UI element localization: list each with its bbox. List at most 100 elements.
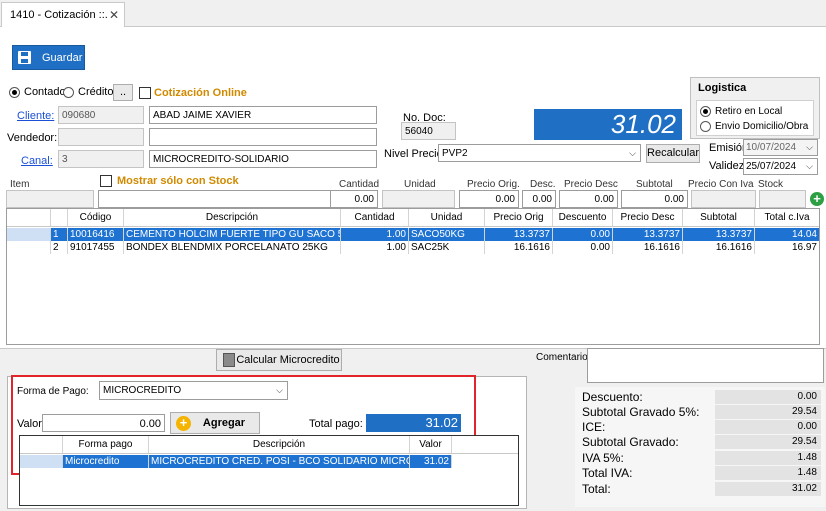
cliente-link[interactable]: Cliente: [17, 110, 54, 122]
table-row[interactable]: Microcredito MICROCREDITO CRED. POSI - B… [20, 455, 452, 468]
contado-label: Contado [24, 86, 66, 98]
row-num: 1 [51, 228, 68, 241]
row-descripcion: CEMENTO HOLCIM FUERTE TIPO GU SACO 50 KG [124, 228, 341, 241]
payments-grid: Forma pago Descripción Valor Microcredit… [19, 435, 519, 506]
forma-pago-select[interactable]: MICROCREDITO ⌵ [99, 381, 288, 400]
hdr-precio-con-iva: Precio Con Iva [688, 179, 754, 190]
chevron-down-icon: ⌵ [276, 385, 283, 395]
retiro-local-radio[interactable] [700, 106, 711, 117]
hdr-unidad: Unidad [404, 179, 436, 190]
table-row[interactable]: 1 10016416 CEMENTO HOLCIM FUERTE TIPO GU… [7, 228, 819, 241]
forma-pago-value: MICROCREDITO [103, 385, 182, 396]
cliente-code-field[interactable]: 090680 [58, 106, 144, 124]
precio-con-iva-field[interactable] [691, 190, 756, 208]
row-cantidad: 1.00 [341, 241, 409, 254]
table-row[interactable]: 2 91017455 BONDEX BLENDMIX PORCELANATO 2… [7, 241, 819, 254]
calcular-microcredito-label: Calcular Microcredito [236, 354, 340, 366]
items-grid-header: Código Descripción Cantidad Unidad Preci… [7, 209, 819, 227]
nivel-precio-select[interactable]: PVP2 ⌵ [438, 144, 641, 162]
recalcular-button[interactable]: Recalcular [646, 144, 700, 163]
subtotal-gravado-value: 29.54 [715, 435, 821, 449]
calcular-microcredito-button[interactable]: Calcular Microcredito [216, 349, 342, 371]
emision-date[interactable]: 10/07/2024 ⌵ [743, 139, 818, 156]
row-descripcion: BONDEX BLENDMIX PORCELANATO 25KG [124, 241, 341, 254]
grid-hdr-total-iva: Total c.Iva [764, 212, 810, 223]
add-icon: + [176, 416, 191, 431]
cantidad-field[interactable]: 0.00 [330, 190, 378, 208]
row-descuento: 0.00 [553, 228, 613, 241]
grid-hdr-unidad: Unidad [409, 209, 485, 226]
precio-desc-field[interactable]: 0.00 [559, 190, 618, 208]
validez-date[interactable]: 25/07/2024 ⌵ [743, 158, 818, 175]
validez-label: Validez: [709, 160, 748, 172]
agregar-label: Agregar [202, 417, 246, 429]
row-total-iva: 16.97 [791, 242, 817, 253]
canal-code-field[interactable]: 3 [58, 150, 144, 168]
comentario-label: Comentario: [536, 352, 591, 363]
total-display: 31.02 [534, 109, 682, 140]
nivel-precio-value: PVP2 [442, 148, 468, 159]
row-precio-desc: 16.1616 [613, 241, 683, 254]
row-subtotal: 13.3737 [683, 228, 755, 241]
agregar-button[interactable]: + Agregar [170, 412, 260, 434]
canal-name-field[interactable]: MICROCREDITO-SOLIDARIO [149, 150, 377, 168]
cotizacion-online-label: Cotización Online [154, 87, 247, 99]
chevron-down-icon: ⌵ [806, 161, 813, 171]
row-precio-desc: 13.3737 [613, 228, 683, 241]
hdr-stock: Stock [758, 179, 784, 190]
grid-hdr-rowsel [7, 209, 51, 226]
vendedor-code-field[interactable] [58, 128, 144, 146]
subtotal-field[interactable]: 0.00 [621, 190, 688, 208]
row-selector[interactable] [7, 241, 51, 254]
valor-label: Valor: [17, 418, 45, 430]
valor-field[interactable]: 0.00 [42, 414, 165, 432]
ice-label: ICE: [582, 420, 606, 434]
logistica-title: Logistica [698, 82, 747, 94]
precio-orig-field[interactable]: 0.00 [459, 190, 519, 208]
close-icon[interactable]: ✕ [109, 8, 119, 22]
nivel-precio-label: Nivel Precio: [384, 148, 446, 160]
canal-link[interactable]: Canal: [21, 155, 53, 167]
grid-hdr-cantidad: Cantidad [341, 209, 409, 226]
vendedor-name-field[interactable] [149, 128, 377, 146]
total-iva-label: Total IVA: [582, 466, 633, 480]
envio-domicilio-radio[interactable] [700, 121, 711, 132]
row-precio-orig: 13.3737 [485, 228, 553, 241]
desc-field[interactable]: 0.00 [522, 190, 556, 208]
row-descripcion: MICROCREDITO CRED. POSI - BCO SOLIDARIO … [151, 455, 410, 468]
row-selector[interactable] [20, 455, 63, 468]
credito-options-button[interactable]: .. [113, 84, 133, 101]
save-button-label: Guardar [42, 52, 83, 64]
total-iva-value: 1.48 [715, 466, 821, 480]
stock-only-label: Mostrar sólo con Stock [117, 175, 239, 187]
vendedor-label: Vendedor: [7, 132, 58, 144]
contado-radio[interactable] [9, 87, 20, 98]
row-selector[interactable] [7, 228, 51, 241]
credito-radio[interactable] [63, 87, 74, 98]
row-precio-orig: 16.1616 [485, 241, 553, 254]
pgrid-hdr-sel [20, 436, 63, 453]
grid-hdr-descripcion: Descripción [124, 209, 341, 226]
item-code-field[interactable] [6, 190, 94, 208]
row-num: 2 [51, 241, 68, 254]
total-descuento-label: Descuento: [582, 390, 643, 404]
row-unidad: SAC25K [409, 241, 485, 254]
comentario-field[interactable] [587, 348, 824, 383]
subtotal-gravado-5-value: 29.54 [715, 405, 821, 419]
subtotal-gravado-5-label: Subtotal Gravado 5%: [582, 405, 700, 419]
ice-value: 0.00 [715, 420, 821, 434]
row-unidad: SACO50KG [409, 228, 485, 241]
row-descuento: 0.00 [553, 241, 613, 254]
tab-cotizacion[interactable]: 1410 - Cotización ::. ✕ [1, 2, 125, 28]
grid-hdr-precio-orig: Precio Orig [485, 209, 553, 226]
cliente-name-field[interactable]: ABAD JAIME XAVIER [149, 106, 377, 124]
no-doc-field: 56040 [401, 122, 456, 140]
total-pago-value: 31.02 [366, 414, 461, 432]
save-button[interactable]: Guardar [12, 45, 85, 70]
stock-only-checkbox[interactable] [100, 175, 112, 187]
add-icon[interactable]: + [810, 192, 824, 206]
grid-hdr-codigo: Código [68, 209, 124, 226]
unidad-field[interactable] [382, 190, 455, 208]
cotizacion-online-checkbox[interactable] [139, 87, 151, 99]
total-descuento-value: 0.00 [715, 390, 821, 404]
